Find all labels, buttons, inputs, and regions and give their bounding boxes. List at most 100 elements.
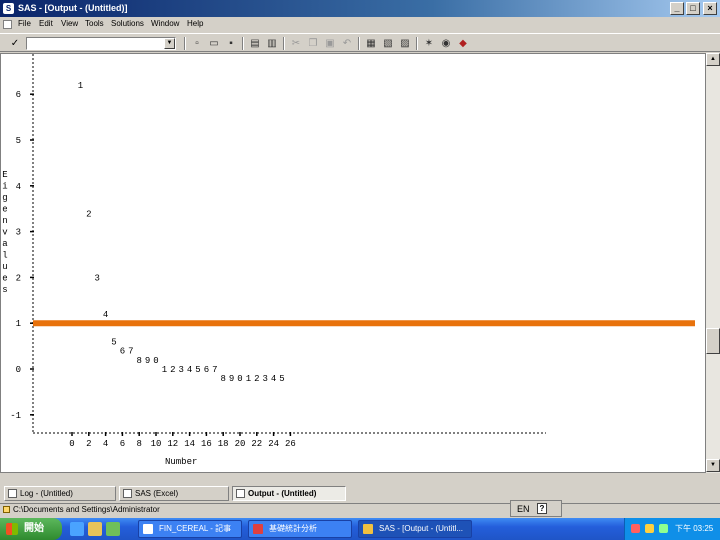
menu-file[interactable]: File (18, 19, 31, 28)
output-window[interactable]: -1 0 1 2 3 4 5 6 0 2 4 6 8 10 12 14 16 18 20 22 24 26 Number Ei… (0, 53, 706, 473)
data-point: 0 (153, 356, 158, 366)
print-icon[interactable]: ▤ (248, 37, 262, 50)
document-icon[interactable] (3, 20, 12, 29)
x-tick-label: 14 (184, 439, 195, 449)
data-point: 4 (187, 365, 192, 375)
scroll-thumb[interactable] (706, 328, 720, 354)
open-icon[interactable]: ▭ (207, 37, 221, 50)
data-point: 2 (86, 209, 91, 219)
data-point: 9 (229, 374, 234, 384)
tab-output-label: Output - (Untitled) (248, 489, 317, 498)
print-preview-icon[interactable]: ▥ (265, 37, 279, 50)
notepad-icon (143, 524, 153, 534)
taskbar: 開始 FIN_CEREAL - 記事 基礎統計分析 SAS - [Output … (0, 518, 720, 540)
vertical-scrollbar[interactable]: ▲ ▼ (706, 53, 720, 473)
data-point: 8 (220, 374, 225, 384)
task-notepad[interactable]: FIN_CEREAL - 記事 (138, 520, 242, 538)
ime-help-icon[interactable]: ? (537, 503, 547, 514)
menu-edit[interactable]: Edit (39, 19, 53, 28)
close-button[interactable]: × (703, 2, 717, 15)
undo-icon[interactable]: ↶ (340, 37, 354, 50)
toolbar-separator (283, 37, 285, 50)
x-tick-label: 8 (136, 439, 141, 449)
chevron-down-icon[interactable]: ▼ (164, 38, 175, 49)
toolbar-separator (242, 37, 244, 50)
stats-icon (253, 524, 263, 534)
x-tick-label: 6 (120, 439, 125, 449)
cut-icon[interactable]: ✂ (289, 37, 303, 50)
data-point: 1 (162, 365, 167, 375)
task-sas[interactable]: SAS - [Output - (Untitl... (358, 520, 472, 538)
maximize-button[interactable]: □ (686, 2, 700, 15)
command-box[interactable]: ▼ (26, 37, 176, 50)
menu-help[interactable]: Help (187, 19, 203, 28)
submit-icon[interactable]: ✶ (422, 37, 436, 50)
tab-sas-excel[interactable]: SAS (Excel) (119, 486, 229, 501)
save-icon[interactable]: ▪ (224, 37, 238, 50)
system-tray: 下午 03:25 (624, 518, 720, 540)
y-axis-label-char: v (2, 228, 8, 238)
x-tick-label: 26 (285, 439, 296, 449)
tray-shield-icon[interactable] (631, 524, 640, 533)
task-stats[interactable]: 基礎統計分析 (248, 520, 352, 538)
toolbar-separator (416, 37, 418, 50)
paste-icon[interactable]: ▣ (323, 37, 337, 50)
x-axis-label: Number (165, 457, 197, 467)
ime-language[interactable]: EN (517, 504, 530, 514)
task-sas-label: SAS - [Output - (Untitl... (379, 524, 464, 533)
window-tab-strip: Log - (Untitled) SAS (Excel) Output - (U… (0, 484, 720, 502)
task-stats-label: 基礎統計分析 (269, 524, 317, 533)
data-point: 6 (120, 347, 125, 357)
y-axis-label-char: g (2, 193, 7, 203)
toolbar: ✓ ▼ ▫ ▭ ▪ ▤ ▥ ✂ ❐ ▣ ↶ ▦ ▧ ▨ ✶ ◉ ◆ (0, 33, 720, 52)
data-point: 5 (279, 374, 284, 384)
x-tick-label: 0 (69, 439, 74, 449)
y-axis-label-char: s (2, 285, 7, 295)
status-bar: C:\Documents and Settings\Administrator (0, 503, 720, 516)
menu-bar: File Edit View Tools Solutions Window He… (0, 17, 720, 33)
tab-log[interactable]: Log - (Untitled) (4, 486, 116, 501)
media-icon[interactable] (88, 522, 102, 536)
break-icon[interactable]: ◉ (439, 37, 453, 50)
clock[interactable]: 下午 03:25 (675, 518, 713, 540)
data-point: 1 (246, 374, 251, 384)
libraries-icon[interactable]: ▦ (364, 37, 378, 50)
data-point: 3 (262, 374, 267, 384)
scroll-down-icon[interactable]: ▼ (706, 459, 720, 472)
x-tick-label: 12 (167, 439, 178, 449)
tray-volume-icon[interactable] (659, 524, 668, 533)
eigenvalue-plot: -101234560 2 4 6 8 10 12 14 16 18 20 22 24 26NumberEi… (2, 54, 695, 467)
data-point: 0 (237, 374, 242, 384)
tab-log-label: Log - (Untitled) (20, 489, 73, 498)
toolbar-separator (358, 37, 360, 50)
copy-icon[interactable]: ❐ (306, 37, 320, 50)
tab-output[interactable]: Output - (Untitled) (232, 486, 346, 501)
menu-window[interactable]: Window (151, 19, 179, 28)
title-bar: S SAS - [Output - (Untitled)] _ □ × (0, 0, 720, 17)
sas-app-icon[interactable]: S (3, 3, 14, 14)
y-tick-label: 6 (16, 90, 21, 100)
menu-solutions[interactable]: Solutions (111, 19, 144, 28)
ime-toolbar[interactable]: EN ? (510, 500, 562, 517)
minimize-button[interactable]: _ (670, 2, 684, 15)
tray-network-icon[interactable] (645, 524, 654, 533)
new-icon[interactable]: ▫ (190, 37, 204, 50)
explorer-icon[interactable]: ▧ (381, 37, 395, 50)
menu-tools[interactable]: Tools (85, 19, 104, 28)
desktop-icon[interactable] (106, 522, 120, 536)
ie-icon[interactable] (70, 522, 84, 536)
scroll-up-icon[interactable]: ▲ (706, 53, 720, 66)
results-icon[interactable]: ▨ (398, 37, 412, 50)
menu-view[interactable]: View (61, 19, 78, 28)
data-point: 7 (128, 347, 133, 357)
x-tick-label: 4 (103, 439, 108, 449)
y-axis-label-char: l (2, 251, 7, 261)
x-tick-label: 2 (86, 439, 91, 449)
y-axis-label-char: a (2, 239, 8, 249)
help-icon[interactable]: ◆ (456, 37, 470, 50)
data-point: 1 (78, 81, 83, 91)
check-icon[interactable]: ✓ (8, 37, 22, 50)
start-button[interactable]: 開始 (0, 518, 62, 540)
y-tick-label: 5 (16, 136, 21, 146)
y-tick-label: 0 (16, 365, 21, 375)
